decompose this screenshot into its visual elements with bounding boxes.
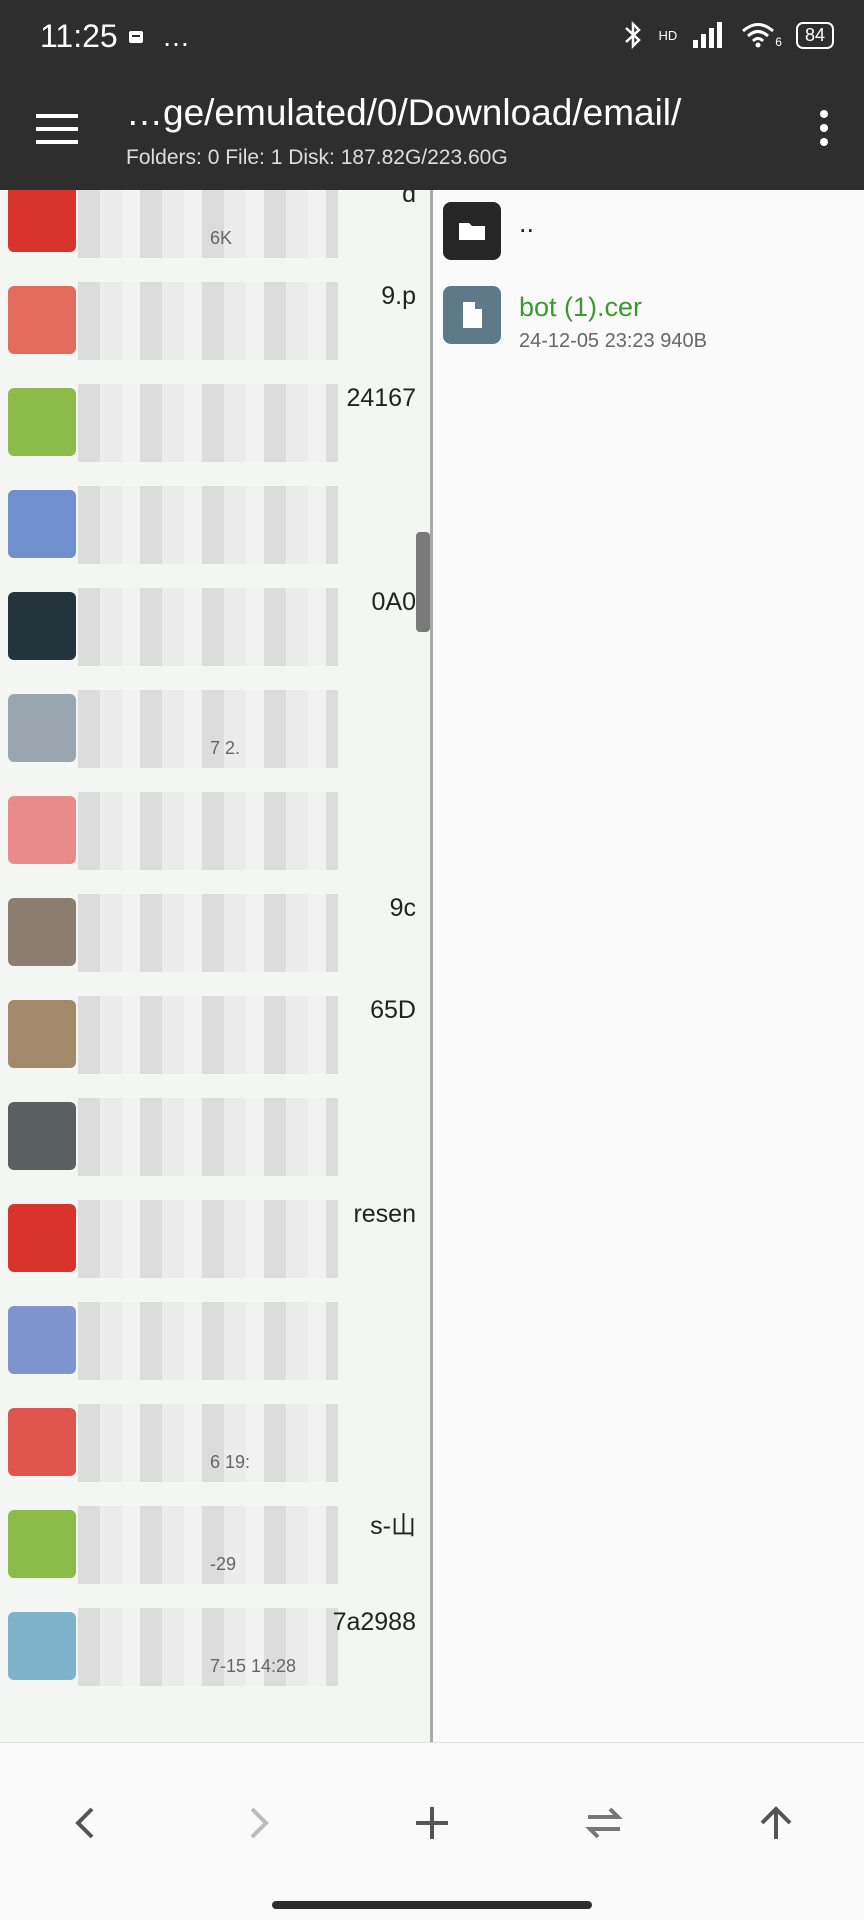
bottom-action-bar <box>0 1742 864 1920</box>
file-thumbnail <box>8 1510 76 1578</box>
file-thumbnail <box>8 490 76 558</box>
list-item[interactable]: resen <box>0 1190 430 1292</box>
list-item[interactable]: d 6K <box>0 190 430 272</box>
add-button[interactable] <box>402 1793 462 1853</box>
file-meta-fragment: 7 2. <box>210 738 241 758</box>
hamburger-icon[interactable] <box>36 114 78 144</box>
swap-arrows-icon <box>585 1807 623 1839</box>
pixelated-overlay <box>78 190 338 258</box>
back-button[interactable] <box>56 1793 116 1853</box>
file-name-fragment: s-山 <box>370 1512 416 1540</box>
folder-icon <box>443 202 501 260</box>
document-icon <box>443 286 501 344</box>
list-item[interactable]: 9.p <box>0 272 430 374</box>
status-time: 11:25 <box>40 18 118 54</box>
more-vertical-icon[interactable] <box>820 110 830 150</box>
right-file-pane: .. bot (1).cer 24-12-05 23:23 940B <box>433 190 864 1742</box>
file-name-fragment: d <box>402 190 416 208</box>
file-thumbnail <box>8 898 76 966</box>
forward-button[interactable] <box>228 1793 288 1853</box>
file-name-fragment: 7a2988 <box>332 1608 416 1636</box>
wifi-icon <box>742 23 775 48</box>
list-item[interactable] <box>0 782 430 884</box>
pixelated-overlay <box>78 282 338 360</box>
go-up-button[interactable] <box>746 1793 806 1853</box>
file-name: bot (1).cer <box>519 292 643 322</box>
parent-folder-label: .. <box>519 208 535 238</box>
file-meta-fragment: 6 19: <box>210 1452 251 1472</box>
list-item[interactable] <box>0 476 430 578</box>
current-path: …ge/emulated/0/Download/email/ <box>126 92 682 133</box>
list-item[interactable]: 65D <box>0 986 430 1088</box>
left-pane-scrollbar[interactable] <box>416 532 430 632</box>
list-item[interactable] <box>0 1088 430 1190</box>
chevron-left-icon <box>75 1807 94 1839</box>
pixelated-overlay <box>78 1506 338 1584</box>
file-thumbnail <box>8 1306 76 1374</box>
pixelated-overlay <box>78 690 338 768</box>
app-toolbar: …ge/emulated/0/Download/email/ Folders: … <box>0 70 864 190</box>
pixelated-overlay <box>78 1200 338 1278</box>
file-thumbnail <box>8 1000 76 1068</box>
file-thumbnail <box>8 1408 76 1476</box>
file-thumbnail <box>8 1204 76 1272</box>
parent-folder-row[interactable]: .. <box>443 202 853 262</box>
list-item[interactable]: 24167 <box>0 374 430 476</box>
notification-icon <box>129 31 143 43</box>
network-type-label: HD <box>658 27 678 43</box>
pixelated-overlay <box>78 588 338 666</box>
file-thumbnail <box>8 592 76 660</box>
plus-icon <box>416 1807 448 1839</box>
file-name-fragment: 65D <box>370 996 416 1024</box>
file-meta: 24-12-05 23:23 940B <box>519 330 707 352</box>
file-thumbnail <box>8 1612 76 1680</box>
pixelated-overlay <box>78 1608 338 1686</box>
list-item[interactable]: 6 19: <box>0 1394 430 1496</box>
arrow-up-icon <box>760 1806 792 1839</box>
file-name-fragment: 24167 <box>346 384 416 412</box>
file-thumbnail <box>8 190 76 252</box>
status-bar: 11:25 … HD 6 84 <box>0 0 864 70</box>
file-row-bot-cer[interactable]: bot (1).cer 24-12-05 23:23 940B <box>443 286 853 356</box>
folder-stats: Folders: 0 File: 1 Disk: 187.82G/223.60G <box>126 146 508 169</box>
list-item[interactable]: 9c <box>0 884 430 986</box>
pixelated-overlay <box>78 486 338 564</box>
list-item[interactable]: s-山 -29 <box>0 1496 430 1598</box>
file-meta-fragment: 6K <box>210 228 233 248</box>
pixelated-overlay <box>78 384 338 462</box>
left-file-pane[interactable]: d 6K 9.p 24167 0A0 7 2. 9c 65D resen 6 19: s-山 -29 7… <box>0 190 430 1742</box>
swap-button[interactable] <box>574 1793 634 1853</box>
file-thumbnail <box>8 694 76 762</box>
chevron-right-icon <box>250 1807 269 1839</box>
file-name-fragment: 0A0 <box>371 588 416 616</box>
pixelated-overlay <box>78 1098 338 1176</box>
home-indicator[interactable] <box>272 1901 592 1909</box>
bluetooth-icon <box>624 20 641 50</box>
file-name-fragment: resen <box>353 1200 416 1228</box>
list-item[interactable]: 0A0 <box>0 578 430 680</box>
file-thumbnail <box>8 796 76 864</box>
pixelated-overlay <box>78 792 338 870</box>
signal-icon <box>693 22 723 48</box>
pixelated-overlay <box>78 1404 338 1482</box>
pixelated-overlay <box>78 894 338 972</box>
pixelated-overlay <box>78 1302 338 1380</box>
list-item[interactable]: 7a2988 7-15 14:28 <box>0 1598 430 1700</box>
pixelated-overlay <box>78 996 338 1074</box>
file-name-fragment: 9c <box>389 894 416 922</box>
file-thumbnail <box>8 388 76 456</box>
more-notifications-glyph: … <box>162 21 190 52</box>
list-item[interactable]: 7 2. <box>0 680 430 782</box>
file-meta-fragment: -29 <box>210 1554 237 1574</box>
file-meta-fragment: 7-15 14:28 <box>210 1656 297 1676</box>
list-item[interactable] <box>0 1292 430 1394</box>
file-thumbnail <box>8 1102 76 1170</box>
file-name-fragment: 9.p <box>381 282 416 310</box>
battery-indicator: 84 <box>795 21 834 49</box>
file-thumbnail <box>8 286 76 354</box>
wifi-label: 6 <box>775 35 782 49</box>
